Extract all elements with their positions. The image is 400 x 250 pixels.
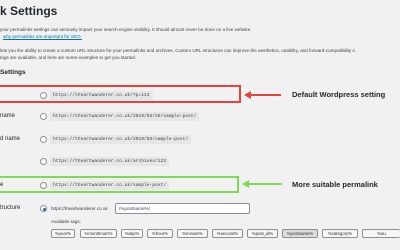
tag-hour-button[interactable]: %hour% [147,229,173,238]
available-tags-label: Available tags: [51,219,81,224]
tag-category-button[interactable]: %category% [322,229,358,238]
tag-monthnum-button[interactable]: %monthnum% [80,229,117,238]
arrow-red-shaft [247,94,281,96]
option-day-name-radio[interactable] [40,113,47,120]
option-day-name-label: name [0,113,16,119]
tag-postname-button[interactable]: %postname% [282,229,318,238]
tag-year-button[interactable]: %year% [51,229,75,238]
tag-minute-button[interactable]: %minute% [177,229,208,238]
option-numeric-radio[interactable] [40,158,47,165]
arrow-left-icon [244,91,251,99]
option-month-name-label: d name [0,136,21,142]
option-custom-radio[interactable] [40,205,47,212]
option-month-name-radio[interactable] [40,136,47,143]
option-custom-label: tructure [0,205,21,211]
tag-author-button[interactable]: %au [362,229,400,238]
intro-warning: your permalinks settings can seriously i… [0,27,252,32]
suitable-setting-callout: More suitable permalink [292,180,378,189]
intro-examples: tags are available, and here are some ex… [0,55,137,60]
tag-day-button[interactable]: %day% [121,229,143,238]
custom-base-url: https://theartwanderer.co.uk [51,206,108,211]
default-setting-callout: Default Wordpress setting [292,90,386,99]
option-day-name-url: https://theartwanderer.co.uk/2019/03/28/… [50,112,200,121]
option-month-name-url: https://theartwanderer.co.uk/2019/03/sam… [50,135,192,144]
common-settings-heading: Settings [0,69,26,76]
arrow-left-icon [242,180,249,188]
intro-description: lets you the ability to create a custom … [0,48,355,53]
arrow-green-shaft [245,183,282,185]
tag-post-id-button[interactable]: %post_id% [247,229,278,238]
suitable-setting-highlight [0,176,239,193]
option-numeric-url: https://theartwanderer.co.uk/archives/12… [50,157,170,166]
tag-second-button[interactable]: %second% [212,229,243,238]
page-title: k Settings [0,4,58,18]
default-setting-highlight [0,85,241,103]
custom-structure-value: /%postname%/ [119,206,150,211]
seo-link[interactable]: why permalinks are important for SEO. [3,34,82,40]
